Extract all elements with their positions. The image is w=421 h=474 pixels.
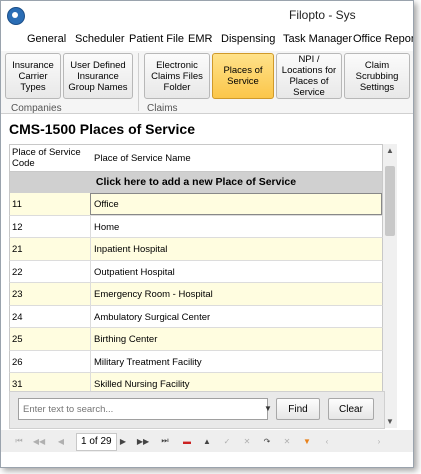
cancel-icon[interactable]: ✕ <box>239 433 255 449</box>
menu-patient-file[interactable]: Patient File <box>129 33 184 45</box>
table-row[interactable]: 22 Outpatient Hospital <box>9 260 383 283</box>
window-title: Filopto - Sys <box>289 8 356 22</box>
table-row[interactable]: 26 Military Treatment Facility <box>9 350 383 373</box>
row-code: 21 <box>12 244 23 255</box>
last-page-icon[interactable]: ⏭ <box>157 433 173 449</box>
menu-emr[interactable]: EMR <box>188 33 212 45</box>
grid-header: Place of Service Code Place of Service N… <box>9 144 383 172</box>
filter-icon[interactable]: ▼ <box>299 433 315 449</box>
app-window: Filopto - Sys General Scheduler Patient … <box>0 0 414 468</box>
row-code: 12 <box>12 221 23 233</box>
insurance-group-names-button[interactable]: User Defined Insurance Group Names <box>63 53 133 99</box>
scroll-thumb[interactable] <box>385 166 395 236</box>
selected-cell-outline <box>90 193 382 215</box>
title-bar: Filopto - Sys <box>1 1 413 29</box>
cell-divider <box>90 305 91 327</box>
search-input[interactable] <box>18 398 268 420</box>
accept-icon[interactable]: ✓ <box>219 433 235 449</box>
cell-divider <box>90 215 91 237</box>
chevron-down-icon[interactable]: ▼ <box>264 404 272 413</box>
row-name: Ambulatory Surgical Center <box>94 311 211 323</box>
table-row[interactable]: 11 Office <box>9 193 383 216</box>
cell-divider <box>90 328 91 350</box>
data-navigator: ⏮ ◀◀ ◀ 1 of 29 ▶ ▶▶ ⏭ ▬ ▲ ✓ ✕ ↷ ✕ ▼ ‹ › <box>1 430 413 452</box>
row-code: 23 <box>12 289 23 300</box>
table-row[interactable]: 21 Inpatient Hospital <box>9 238 383 261</box>
ribbon-group-separator <box>138 53 139 111</box>
menu-office-reports[interactable]: Office Report <box>353 33 413 45</box>
previous-record-icon[interactable]: ◀ <box>53 433 69 449</box>
row-name: Home <box>94 221 120 233</box>
places-of-service-grid: Place of Service Code Place of Service N… <box>9 144 383 396</box>
vertical-scrollbar[interactable]: ▲ ▼ <box>383 144 397 428</box>
delete-record-icon[interactable]: ▬ <box>179 433 195 449</box>
table-row[interactable]: 12 Home <box>9 215 383 238</box>
next-page-icon[interactable]: ▶▶ <box>135 433 151 449</box>
insurance-carrier-types-button[interactable]: Insurance Carrier Types <box>5 53 61 99</box>
group-label-companies: Companies <box>11 103 62 114</box>
claim-scrubbing-settings-button[interactable]: Claim Scrubbing Settings <box>344 53 410 99</box>
row-name: Birthing Center <box>94 334 158 345</box>
group-label-claims: Claims <box>147 103 178 114</box>
column-header-name[interactable]: Place of Service Name <box>94 153 191 164</box>
menu-task-manager[interactable]: Task Manager <box>283 33 352 45</box>
find-button[interactable]: Find <box>276 398 320 420</box>
scroll-up-icon[interactable]: ▲ <box>386 146 394 155</box>
add-new-row[interactable]: Click here to add a new Place of Service <box>9 172 383 193</box>
previous-page-icon[interactable]: ◀◀ <box>31 433 47 449</box>
row-name: Emergency Room - Hospital <box>94 289 213 300</box>
menu-bar: General Scheduler Patient File EMR Dispe… <box>1 29 413 52</box>
table-row[interactable]: 25 Birthing Center <box>9 328 383 351</box>
row-name: Skilled Nursing Facility <box>94 379 190 390</box>
row-name: Outpatient Hospital <box>94 266 175 278</box>
main-panel: CMS-1500 Places of Service Place of Serv… <box>1 114 413 467</box>
scroll-down-icon[interactable]: ▼ <box>386 417 394 426</box>
row-code: 22 <box>12 266 23 278</box>
row-code: 26 <box>12 356 23 368</box>
clear-button[interactable]: Clear <box>328 398 374 420</box>
row-name: Inpatient Hospital <box>94 244 168 255</box>
edit-record-icon[interactable]: ▲ <box>199 433 215 449</box>
menu-general[interactable]: General <box>27 33 66 45</box>
ribbon: Insurance Carrier Types User Defined Ins… <box>1 51 413 114</box>
page-indicator: 1 of 29 <box>76 433 117 451</box>
first-page-icon[interactable]: ⏮ <box>11 433 27 449</box>
app-logo-icon <box>7 7 25 25</box>
row-code: 24 <box>12 311 23 323</box>
npi-locations-button[interactable]: NPI / Locations for Places of Service <box>276 53 342 99</box>
refresh-icon[interactable]: ↷ <box>259 433 275 449</box>
row-name: Office <box>94 199 119 210</box>
cell-divider <box>90 260 91 282</box>
menu-scheduler[interactable]: Scheduler <box>75 33 125 45</box>
electronic-claims-folder-button[interactable]: Electronic Claims Files Folder <box>144 53 210 99</box>
next-record-icon[interactable]: ▶ <box>115 433 131 449</box>
bookmark-icon[interactable]: ✕ <box>279 433 295 449</box>
row-name: Military Treatment Facility <box>94 356 202 368</box>
table-row[interactable]: 23 Emergency Room - Hospital <box>9 283 383 306</box>
scroll-right-icon[interactable]: › <box>371 433 387 449</box>
scroll-left-icon[interactable]: ‹ <box>319 433 335 449</box>
row-code: 31 <box>12 379 23 390</box>
row-code: 11 <box>12 199 22 210</box>
row-code: 25 <box>12 334 23 345</box>
places-of-service-button[interactable]: Places of Service <box>212 53 274 99</box>
cell-divider <box>90 350 91 372</box>
column-header-code[interactable]: Place of Service Code <box>12 147 90 169</box>
search-bar: ▼ Find Clear <box>9 391 385 429</box>
table-row[interactable]: 24 Ambulatory Surgical Center <box>9 305 383 328</box>
cell-divider <box>90 238 91 260</box>
page-title: CMS-1500 Places of Service <box>9 121 195 137</box>
menu-dispensing[interactable]: Dispensing <box>221 33 275 45</box>
cell-divider <box>90 283 91 305</box>
